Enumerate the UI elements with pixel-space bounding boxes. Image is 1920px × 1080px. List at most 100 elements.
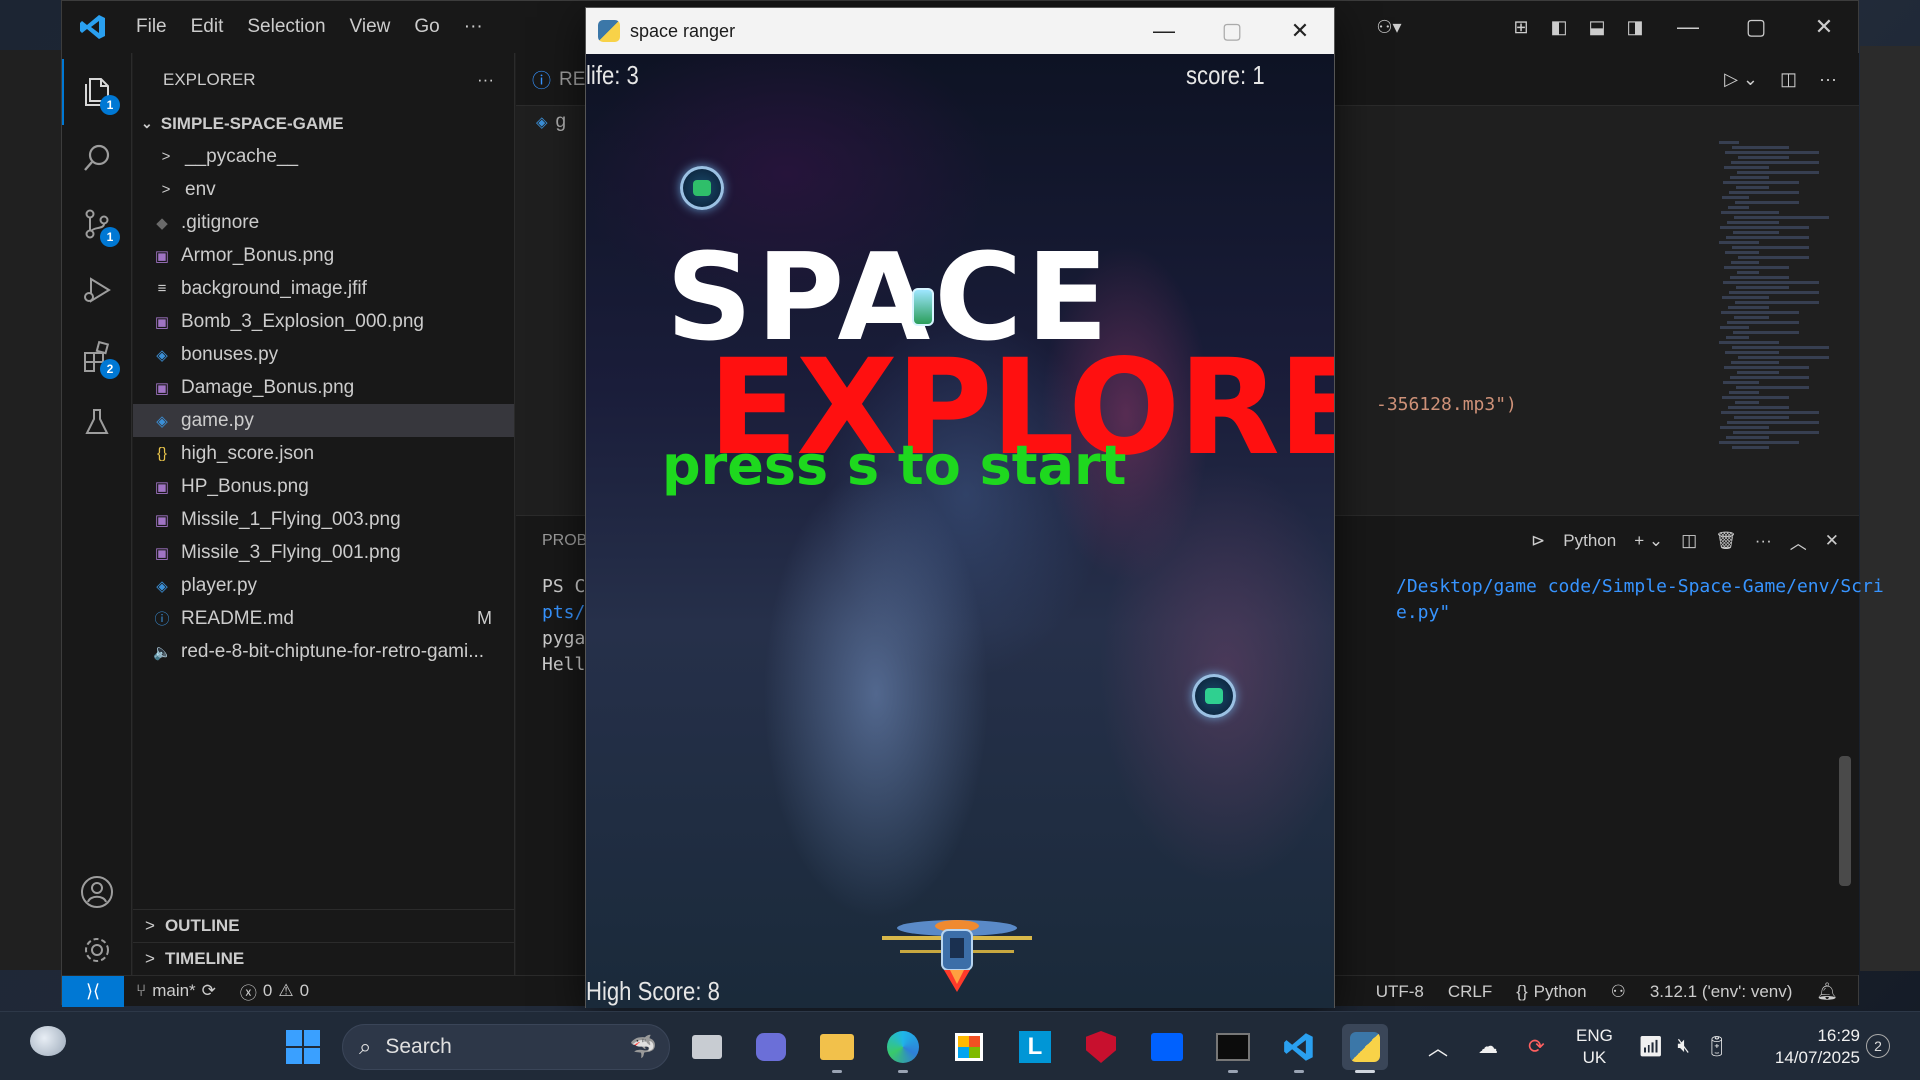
file-tree-item[interactable]: 🔈 red-e-8-bit-chiptune-for-retro-gami...	[133, 635, 514, 668]
workspace-folder[interactable]: ⌄ SIMPLE-SPACE-GAME	[133, 107, 514, 140]
minimap[interactable]	[1719, 139, 1829, 519]
bell-icon[interactable]: 🔔︎	[1804, 982, 1858, 1002]
file-tree-item[interactable]: ▣ Damage_Bonus.png	[133, 371, 514, 404]
menu-item[interactable]: Selection	[235, 16, 337, 38]
file-tree-item[interactable]: > __pycache__	[133, 140, 514, 173]
teams-icon[interactable]	[748, 1024, 794, 1070]
file-tree-item[interactable]: ◆ .gitignore	[133, 206, 514, 239]
l-app-icon[interactable]: L	[1012, 1024, 1058, 1070]
file-tree-item[interactable]: > env	[133, 173, 514, 206]
close-panel-icon[interactable]: ✕	[1825, 531, 1839, 551]
manage-gear-icon[interactable]	[62, 925, 132, 975]
extensions-icon[interactable]: 2	[62, 323, 132, 389]
maximize-panel-icon[interactable]: ︿	[1790, 529, 1807, 554]
branch-status[interactable]: ⑂ main* ⟳	[124, 981, 228, 1001]
vscode-app-icon[interactable]	[1276, 1024, 1322, 1073]
more-actions-icon[interactable]: ···	[1819, 69, 1837, 90]
game-canvas[interactable]: life: 3 score: 1 SPACE EXPLORER press s …	[586, 54, 1334, 1008]
quick-settings[interactable]: 📶︎ 🔇︎ 🔋︎	[1638, 1012, 1729, 1080]
onedrive-icon[interactable]: ☁	[1478, 1034, 1498, 1059]
chevron-up-icon[interactable]: ︿	[1428, 1032, 1448, 1061]
run-icon[interactable]: ▷ ⌄	[1724, 69, 1758, 90]
run-debug-icon[interactable]	[62, 257, 132, 323]
new-terminal-icon[interactable]: + ⌄	[1634, 531, 1663, 551]
task-view-icon[interactable]	[684, 1024, 730, 1070]
terminal-output-right[interactable]: /Desktop/game code/Simple-Space-Game/env…	[1396, 574, 1884, 626]
code-fragment[interactable]: -356128.mp3")	[1376, 394, 1517, 415]
language-indicator[interactable]: ENG UK	[1576, 1012, 1613, 1080]
clock[interactable]: 16:29 14/07/2025	[1760, 1012, 1860, 1080]
file-tree-item[interactable]: ⓘ README.md M	[133, 602, 514, 635]
file-tree-item[interactable]: ▣ Armor_Bonus.png	[133, 239, 514, 272]
scroll-thumb[interactable]	[1839, 756, 1851, 886]
copilot-icon[interactable]: ⚇▾	[1370, 1, 1408, 53]
game-close-icon[interactable]: ✕	[1266, 8, 1334, 54]
python-app-icon[interactable]	[1342, 1024, 1388, 1073]
customize-layout-icon[interactable]: ⊞	[1502, 1, 1540, 53]
toggle-sidebar-icon[interactable]: ◧	[1540, 1, 1578, 53]
toggle-secondary-sidebar-icon[interactable]: ◨	[1616, 1, 1654, 53]
dropbox-icon[interactable]	[1144, 1024, 1190, 1070]
maximize-icon[interactable]: ▢	[1722, 1, 1790, 53]
testing-icon[interactable]	[62, 389, 132, 455]
weather-icon[interactable]	[30, 1026, 66, 1056]
minimap-line	[1732, 446, 1769, 449]
problems-status[interactable]: ⓧ 0 ⚠ 0	[228, 979, 321, 1004]
source-control-icon[interactable]: 1	[62, 191, 132, 257]
menu-item[interactable]: ···	[452, 16, 495, 38]
split-terminal-icon[interactable]: ◫	[1681, 531, 1697, 551]
outline-section[interactable]: > OUTLINE	[133, 909, 514, 942]
explorer-more-button[interactable]: ···	[477, 70, 494, 90]
file-tree-item[interactable]: ◈ game.py	[133, 404, 514, 437]
terminal-output[interactable]: PS C pts/pyga Hell	[542, 574, 585, 678]
file-tree-item[interactable]: ▣ Missile_1_Flying_003.png	[133, 503, 514, 536]
explorer-icon[interactable]: 1	[62, 59, 132, 125]
encoding-status[interactable]: UTF-8	[1364, 982, 1436, 1002]
taskbar-search[interactable]: ⌕ Search 🦈	[342, 1024, 670, 1070]
file-tree-item[interactable]: ◈ bonuses.py	[133, 338, 514, 371]
menu-item[interactable]: Edit	[179, 16, 236, 38]
interpreter-status[interactable]: 3.12.1 ('env': venv)	[1638, 982, 1805, 1002]
split-editor-icon[interactable]: ◫	[1780, 69, 1797, 90]
game-window: space ranger — ▢ ✕ life: 3 score: 1 SPAC…	[585, 7, 1335, 1008]
file-tree-item[interactable]: ◈ player.py	[133, 569, 514, 602]
tab-problems[interactable]: PROB	[542, 532, 587, 550]
breadcrumb-item[interactable]: g	[556, 111, 567, 133]
minimap-line	[1727, 421, 1819, 424]
game-maximize-icon[interactable]: ▢	[1198, 8, 1266, 54]
search-icon[interactable]	[62, 125, 132, 191]
accounts-icon[interactable]	[62, 859, 132, 925]
start-icon[interactable]	[280, 1024, 326, 1070]
file-tree-item[interactable]: ≡ background_image.jfif	[133, 272, 514, 305]
more-icon[interactable]: ···	[1755, 531, 1772, 551]
minimize-icon[interactable]: —	[1654, 1, 1722, 53]
store-icon[interactable]	[946, 1024, 992, 1070]
terminal-scrollbar[interactable]	[1839, 236, 1851, 936]
remote-icon[interactable]: ⟩⟨	[62, 975, 124, 1007]
file-tree-item[interactable]: ▣ HP_Bonus.png	[133, 470, 514, 503]
warning-count: 0	[299, 981, 310, 1000]
tab-readme[interactable]: ⓘ RE	[516, 53, 596, 106]
game-minimize-icon[interactable]: —	[1130, 8, 1198, 54]
eol-status[interactable]: CRLF	[1436, 982, 1504, 1002]
menu-item[interactable]: Go	[402, 16, 451, 38]
menu-item[interactable]: View	[338, 16, 403, 38]
close-icon[interactable]: ✕	[1790, 1, 1858, 53]
terminal-type[interactable]: Python	[1563, 531, 1616, 551]
file-tree-item[interactable]: ▣ Missile_3_Flying_001.png	[133, 536, 514, 569]
file-tree-item[interactable]: ▣ Bomb_3_Explosion_000.png	[133, 305, 514, 338]
terminal-app-icon[interactable]	[1210, 1024, 1256, 1073]
language-status[interactable]: {} Python	[1504, 982, 1598, 1002]
edge-icon[interactable]	[880, 1024, 926, 1073]
file-tree-item[interactable]: {} high_score.json	[133, 437, 514, 470]
notification-badge[interactable]: 2	[1866, 1034, 1890, 1058]
copilot-status-icon[interactable]: ⚇	[1599, 982, 1638, 1002]
timeline-section[interactable]: > TIMELINE	[133, 942, 514, 975]
sync-icon[interactable]: ⟳	[1528, 1034, 1545, 1059]
file-explorer-icon[interactable]	[814, 1024, 860, 1073]
menu-item[interactable]: File	[124, 16, 179, 38]
toggle-panel-icon[interactable]: ⬓	[1578, 1, 1616, 53]
minimap-line	[1730, 276, 1789, 279]
mcafee-icon[interactable]	[1078, 1024, 1124, 1070]
trash-icon[interactable]: 🗑	[1715, 531, 1737, 551]
